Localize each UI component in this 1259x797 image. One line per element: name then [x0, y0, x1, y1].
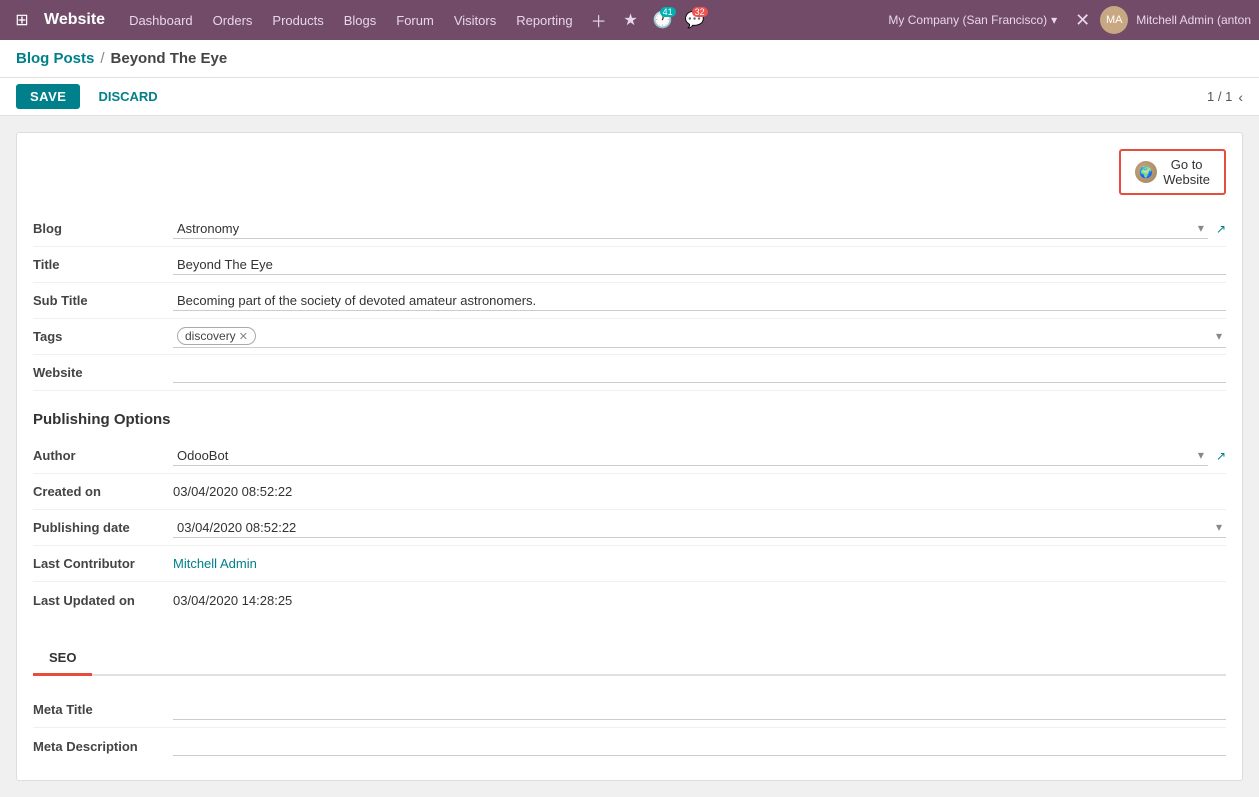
breadcrumb-separator: /: [100, 50, 104, 67]
blog-dropdown-arrow: ▾: [1198, 221, 1204, 235]
publishing-section: Publishing Options Author OdooBot ▾ ↗ Cr…: [33, 411, 1226, 618]
tag-badge: discovery ✕: [177, 327, 256, 345]
website-input[interactable]: [173, 363, 1226, 383]
meta-title-label: Meta Title: [33, 702, 173, 717]
chat-badge: 32: [692, 7, 708, 17]
blog-field[interactable]: Astronomy ▾: [173, 219, 1208, 239]
publishing-section-title: Publishing Options: [33, 411, 1226, 428]
star-icon[interactable]: ★: [617, 6, 645, 34]
author-dropdown-arrow: ▾: [1198, 448, 1204, 462]
pubdate-row: Publishing date 03/04/2020 08:52:22 ▾: [33, 510, 1226, 546]
updated-label: Last Updated on: [33, 593, 173, 608]
tags-label: Tags: [33, 329, 173, 344]
blog-row: Blog Astronomy ▾ ↗: [33, 211, 1226, 247]
nav-dashboard[interactable]: Dashboard: [121, 9, 201, 32]
title-label: Title: [33, 257, 173, 272]
contributor-link[interactable]: Mitchell Admin: [173, 556, 257, 571]
seo-section: Meta Title Meta Description: [33, 692, 1226, 764]
meta-desc-row: Meta Description: [33, 728, 1226, 764]
action-bar: SAVE DISCARD 1 / 1 ‹: [0, 78, 1259, 116]
tags-dropdown-arrow: ▾: [1216, 329, 1222, 343]
save-button[interactable]: SAVE: [16, 84, 80, 109]
author-label: Author: [33, 448, 173, 463]
tab-bar: SEO: [33, 642, 1226, 676]
tags-field[interactable]: discovery ✕ ▾: [173, 325, 1226, 348]
author-external-link-icon[interactable]: ↗: [1216, 449, 1226, 463]
chat-icon[interactable]: 💬 32: [681, 6, 709, 34]
website-row: Website: [33, 355, 1226, 391]
company-selector[interactable]: My Company (San Francisco) ▾: [880, 9, 1065, 31]
created-value: 03/04/2020 08:52:22: [173, 484, 1226, 499]
pubdate-dropdown-arrow: ▾: [1216, 520, 1222, 534]
app-grid-icon[interactable]: ⊞: [8, 6, 36, 34]
contributor-field: Mitchell Admin: [173, 556, 1226, 571]
breadcrumb-parent[interactable]: Blog Posts: [16, 50, 94, 67]
meta-title-field[interactable]: [173, 700, 1226, 720]
goto-website-row: 🌍 Go toWebsite: [33, 149, 1226, 195]
nav-reporting[interactable]: Reporting: [508, 9, 580, 32]
website-field[interactable]: [173, 363, 1226, 383]
title-row: Title: [33, 247, 1226, 283]
pubdate-field[interactable]: 03/04/2020 08:52:22 ▾: [173, 518, 1226, 538]
user-avatar[interactable]: MA: [1100, 6, 1128, 34]
discard-button[interactable]: DISCARD: [88, 84, 167, 109]
prev-page-arrow[interactable]: ‹: [1238, 89, 1243, 105]
blog-label: Blog: [33, 221, 173, 236]
author-row: Author OdooBot ▾ ↗: [33, 438, 1226, 474]
pubdate-value: 03/04/2020 08:52:22: [177, 520, 1216, 535]
contributor-row: Last Contributor Mitchell Admin: [33, 546, 1226, 582]
goto-website-button[interactable]: 🌍 Go toWebsite: [1119, 149, 1226, 195]
website-label: Website: [33, 365, 173, 380]
meta-title-row: Meta Title: [33, 692, 1226, 728]
app-name: Website: [44, 11, 105, 29]
company-dropdown-icon: ▾: [1051, 13, 1057, 27]
subtitle-row: Sub Title: [33, 283, 1226, 319]
author-value: OdooBot: [177, 448, 1198, 463]
clock-icon[interactable]: 🕐 41: [649, 6, 677, 34]
pubdate-label: Publishing date: [33, 520, 173, 535]
form-card: 🌍 Go toWebsite Blog Astronomy ▾ ↗ Title …: [16, 132, 1243, 781]
user-name: Mitchell Admin (anton: [1136, 13, 1251, 27]
subtitle-input[interactable]: [173, 291, 1226, 311]
title-field[interactable]: [173, 255, 1226, 275]
updated-value: 03/04/2020 14:28:25: [173, 593, 1226, 608]
nav-forum[interactable]: Forum: [388, 9, 442, 32]
author-field[interactable]: OdooBot ▾: [173, 446, 1208, 466]
pagination: 1 / 1 ‹: [1207, 89, 1243, 105]
title-input[interactable]: [173, 255, 1226, 275]
updated-row: Last Updated on 03/04/2020 14:28:25: [33, 582, 1226, 618]
nav-blogs[interactable]: Blogs: [336, 9, 385, 32]
main-content: 🌍 Go toWebsite Blog Astronomy ▾ ↗ Title …: [0, 116, 1259, 797]
blog-external-link-icon[interactable]: ↗: [1216, 222, 1226, 236]
clock-badge: 41: [660, 7, 676, 17]
breadcrumb-bar: Blog Posts / Beyond The Eye: [0, 40, 1259, 78]
blog-value: Astronomy: [177, 221, 1198, 236]
top-navigation: ⊞ Website Dashboard Orders Products Blog…: [0, 0, 1259, 40]
tags-row: Tags discovery ✕ ▾: [33, 319, 1226, 355]
meta-desc-field[interactable]: [173, 736, 1226, 756]
nav-visitors[interactable]: Visitors: [446, 9, 504, 32]
pagination-text: 1 / 1: [1207, 89, 1232, 104]
nav-orders[interactable]: Orders: [205, 9, 261, 32]
close-button[interactable]: ✕: [1069, 10, 1096, 31]
meta-desc-label: Meta Description: [33, 739, 173, 754]
subtitle-field[interactable]: [173, 291, 1226, 311]
nav-products[interactable]: Products: [264, 9, 331, 32]
created-label: Created on: [33, 484, 173, 499]
tab-seo[interactable]: SEO: [33, 642, 92, 676]
tag-remove-icon[interactable]: ✕: [239, 330, 248, 343]
globe-icon: 🌍: [1135, 161, 1157, 183]
subtitle-label: Sub Title: [33, 293, 173, 308]
company-name: My Company (San Francisco): [888, 13, 1047, 27]
goto-website-label: Go toWebsite: [1163, 157, 1210, 187]
meta-desc-input[interactable]: [173, 736, 1226, 756]
contributor-label: Last Contributor: [33, 556, 173, 571]
meta-title-input[interactable]: [173, 700, 1226, 720]
add-icon[interactable]: ＋: [585, 6, 613, 34]
created-row: Created on 03/04/2020 08:52:22: [33, 474, 1226, 510]
breadcrumb-current: Beyond The Eye: [111, 50, 228, 67]
tag-text: discovery: [185, 329, 236, 343]
